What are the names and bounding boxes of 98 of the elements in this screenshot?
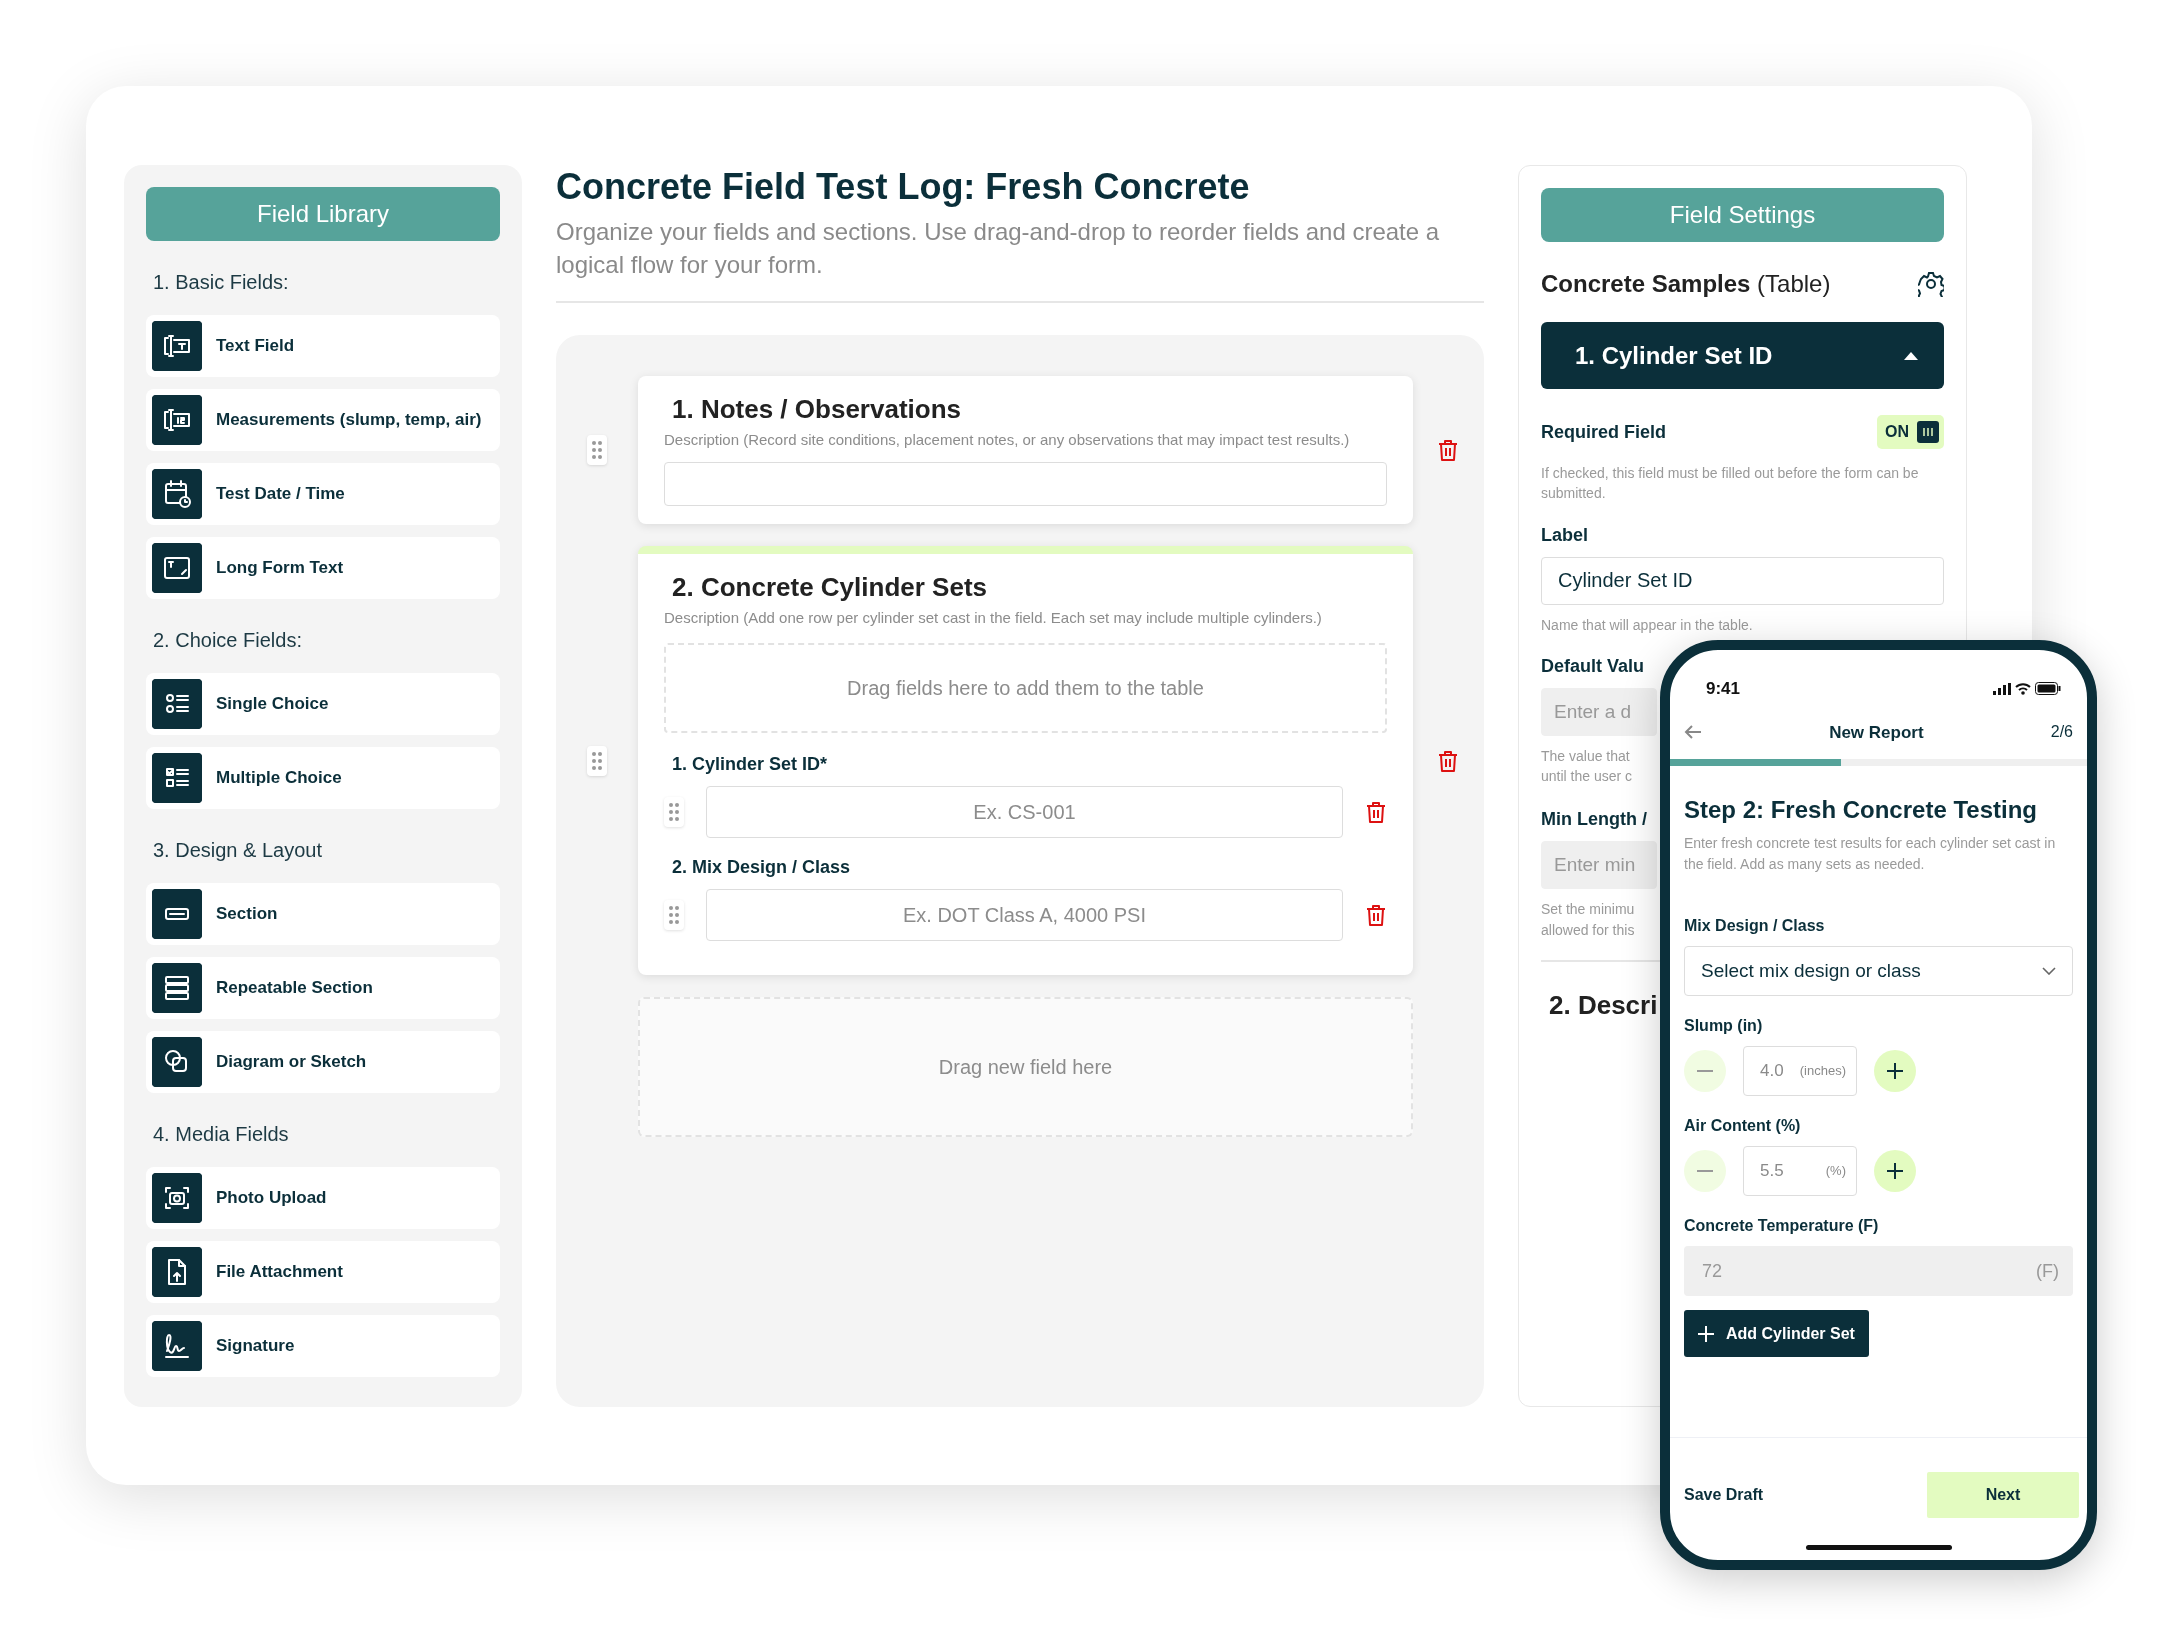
number-field[interactable]: 4.0 (inches) <box>1743 1046 1857 1097</box>
accordion-header[interactable]: 1. Cylinder Set ID <box>1541 322 1944 389</box>
signature-icon <box>152 1321 202 1371</box>
number-input-icon <box>152 395 202 445</box>
drag-dots-icon <box>590 749 604 772</box>
field-type-item[interactable]: Text Field <box>146 315 500 377</box>
help-text: The value that <box>1541 746 1630 766</box>
drag-dots-icon <box>667 904 681 927</box>
field-type-item[interactable]: Measurements (slump, temp, air) <box>146 389 500 451</box>
textarea-icon <box>152 543 202 593</box>
page-subtitle: Organize your fields and sections. Use drag-and-drop to reorder fields and create a logical flow for your form. <box>556 217 1441 280</box>
group-heading: 2. Choice Fields: <box>153 628 303 653</box>
field-label: Slump (in) <box>1684 1016 1764 1037</box>
minus-icon <box>1697 1070 1713 1073</box>
field-type-item[interactable]: Signature <box>146 1315 500 1377</box>
signal-icon <box>1993 682 2011 695</box>
toggle-knob-icon <box>1917 421 1939 443</box>
plus-icon <box>1698 1325 1714 1342</box>
field-label: Air Content (%) <box>1684 1116 1802 1137</box>
table-name: Concrete Samples (Table) <box>1541 269 1831 299</box>
section-description: Description (Add one row per cylinder set cast in the field. Each set may include multiple cylinders.) <box>664 607 1323 628</box>
trash-icon[interactable] <box>1365 800 1387 825</box>
text-input-field[interactable] <box>664 461 1387 506</box>
field-type-item[interactable]: Single Choice <box>146 673 500 735</box>
trash-icon[interactable] <box>1437 437 1459 462</box>
group-heading: 3. Design & Layout <box>153 838 323 863</box>
field-type-item[interactable]: Test Date / Time <box>146 463 500 525</box>
minus-icon <box>1697 1170 1713 1173</box>
help-text: allowed for this <box>1541 920 1635 940</box>
calendar-icon <box>152 469 202 519</box>
shapes-icon <box>152 1037 202 1087</box>
file-icon <box>152 1247 202 1297</box>
step-description: Enter fresh concrete test results for each cylinder set cast in the field. Add as many sets as needed. <box>1684 833 2057 875</box>
field-label: Mix Design / Class <box>1684 916 1826 937</box>
field-label: Concrete Temperature (F) <box>1684 1216 1880 1237</box>
field-label: Label <box>1541 523 1589 547</box>
column-label: 1. Cylinder Set ID* <box>672 753 829 777</box>
camera-icon <box>152 1173 202 1223</box>
section-title: 2. Concrete Cylinder Sets <box>672 571 988 603</box>
field-type-item[interactable]: Repeatable Section <box>146 957 500 1019</box>
label-input[interactable]: Cylinder Set ID <box>1541 556 1944 605</box>
radio-list-icon <box>152 679 202 729</box>
drag-dots-icon <box>667 801 681 824</box>
group-heading: 1. Basic Fields: <box>153 270 290 295</box>
field-label: Required Field <box>1541 420 1666 444</box>
input-field[interactable]: Enter min <box>1541 841 1657 890</box>
help-text: until the user c <box>1541 767 1633 787</box>
plus-icon <box>1887 1163 1903 1180</box>
save-draft-button[interactable]: Save Draft <box>1684 1482 1764 1507</box>
field-type-item[interactable]: Multiple Choice <box>146 747 500 809</box>
next-button[interactable]: Next <box>1927 1471 2079 1518</box>
stacked-rows-icon <box>152 963 202 1013</box>
status-time: 9:41 <box>1706 678 1741 700</box>
plus-button[interactable] <box>1874 1050 1916 1093</box>
drag-handle[interactable] <box>587 434 607 465</box>
field-type-item[interactable]: Section <box>146 883 500 945</box>
section-title: 2. Descri <box>1549 989 1658 1023</box>
field-type-item[interactable]: File Attachment <box>146 1241 500 1303</box>
drag-dots-icon <box>590 438 604 461</box>
step-counter: 2/6 <box>2050 722 2073 743</box>
battery-icon <box>2035 682 2061 696</box>
input-field[interactable]: Ex. CS-001 <box>706 786 1343 839</box>
checkbox-list-icon <box>152 753 202 803</box>
add-button[interactable]: Add Cylinder Set <box>1684 1310 1869 1358</box>
group-heading: 4. Media Fields <box>153 1122 290 1147</box>
help-text: Set the minimu <box>1541 900 1635 920</box>
section-title: 1. Notes / Observations <box>672 393 962 426</box>
screen-title: New Report <box>1829 721 1924 744</box>
wifi-icon <box>2015 682 2031 695</box>
column-label: 2. Mix Design / Class <box>672 856 852 880</box>
gear-icon[interactable] <box>1918 271 1944 297</box>
plus-button[interactable] <box>1874 1150 1916 1193</box>
drag-handle[interactable] <box>664 797 684 828</box>
trash-icon[interactable] <box>1365 903 1387 928</box>
field-label: Min Length / <box>1541 808 1647 832</box>
field-type-item[interactable]: Long Form Text <box>146 537 500 599</box>
plus-icon <box>1887 1063 1903 1080</box>
step-title: Step 2: Fresh Concrete Testing <box>1684 796 2038 825</box>
page-title: Concrete Field Test Log: Fresh Concrete <box>556 165 1251 209</box>
section-description: Description (Record site conditions, placement notes, or any observations that may impact test results.) <box>664 430 1351 451</box>
drag-handle[interactable] <box>664 900 684 931</box>
help-text: Name that will appear in the table. <box>1541 615 1754 635</box>
help-text: If checked, this field must be filled out before the form can be submitted. <box>1541 464 1920 504</box>
trash-icon[interactable] <box>1437 748 1459 773</box>
section-icon <box>152 889 202 939</box>
text-input-icon <box>152 321 202 371</box>
toggle-switch[interactable]: ON <box>1877 415 1944 449</box>
field-type-item[interactable]: Photo Upload <box>146 1167 500 1229</box>
number-field[interactable]: 5.5 (%) <box>1743 1146 1857 1197</box>
field-type-item[interactable]: Diagram or Sketch <box>146 1031 500 1093</box>
input-field[interactable]: Ex. DOT Class A, 4000 PSI <box>706 889 1343 942</box>
back-arrow-icon[interactable] <box>1684 724 1702 741</box>
caret-up-icon <box>1904 351 1918 360</box>
chevron-down-icon <box>2042 967 2056 976</box>
select-field[interactable]: Select mix design or class <box>1684 946 2073 997</box>
drag-handle[interactable] <box>587 745 607 776</box>
field-label: Default Valu <box>1541 654 1645 678</box>
input-field[interactable]: Enter a d <box>1541 687 1657 736</box>
